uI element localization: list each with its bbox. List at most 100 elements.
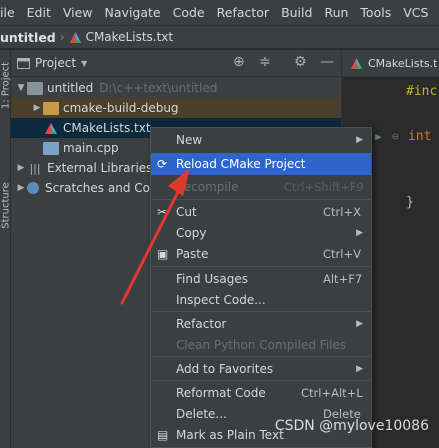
menu-build[interactable]: Build	[275, 5, 318, 20]
menu-item-label: Refactor	[176, 317, 227, 331]
menu-item-copy[interactable]: Copy ▶	[151, 222, 371, 244]
minimize-icon[interactable]: —	[320, 54, 334, 70]
left-tool-stripe: 1: Project Structure	[0, 50, 12, 448]
cmake-icon	[69, 31, 81, 43]
menu-item-label: New	[176, 133, 203, 147]
project-panel-header: Project ▼ ⊕ ≑ ⚙ —	[11, 50, 341, 77]
breadcrumb-file[interactable]: CMakeLists.txt	[86, 30, 174, 44]
menu-separator	[152, 380, 370, 381]
menu-item-label: Reload CMake Project	[176, 157, 306, 171]
menu-item-shortcut: Ctrl+Shift+F9	[284, 180, 364, 194]
menu-item-label: Paste	[176, 247, 209, 261]
editor-tab-label: CMakeLists.t	[368, 56, 438, 70]
menu-vcs[interactable]: VCS	[397, 5, 434, 20]
menu-separator	[152, 266, 370, 267]
tool-window-project[interactable]: 1: Project	[1, 60, 12, 112]
menu-item-inspect-code[interactable]: Inspect Code...	[151, 289, 371, 311]
breadcrumb-project[interactable]: untitled	[0, 30, 56, 45]
tree-item-path: D:\c++text\untitled	[99, 81, 218, 95]
menu-view[interactable]: View	[57, 5, 99, 20]
locate-icon[interactable]: ⊕	[233, 54, 245, 70]
tree-item-label: CMakeLists.txt	[63, 121, 151, 135]
menu-item-label: Inspect Code...	[176, 293, 266, 307]
editor-tab[interactable]: CMakeLists.t	[342, 50, 439, 77]
collapse-all-icon[interactable]: ≑	[259, 54, 271, 70]
chevron-down-icon[interactable]: ▼	[81, 59, 87, 68]
chevron-right-icon[interactable]: ▶	[15, 183, 27, 193]
scissors-icon: ✂	[157, 205, 168, 219]
menu-item-label: Reformat Code	[176, 386, 266, 400]
watermark: CSDN @mylove10086	[274, 418, 429, 434]
menu-navigate[interactable]: Navigate	[99, 5, 167, 20]
chevron-down-icon[interactable]: ▼	[15, 83, 27, 93]
tree-item-label: untitled	[47, 81, 94, 95]
menu-item-cut[interactable]: ✂ Cut Ctrl+X	[151, 201, 371, 223]
menu-edit[interactable]: Edit	[21, 5, 57, 20]
code-line-include[interactable]: #inc	[406, 84, 437, 99]
tree-item-label: cmake-build-debug	[63, 101, 179, 115]
project-view-icon	[17, 57, 30, 69]
submenu-arrow-icon: ▶	[356, 319, 363, 329]
menu-tools[interactable]: Tools	[354, 5, 397, 20]
menu-item-label: Delete...	[176, 407, 227, 421]
submenu-arrow-icon: ▶	[356, 228, 363, 238]
menu-item-find-usages[interactable]: Find Usages Alt+F7	[151, 268, 371, 290]
submenu-arrow-icon: ▶	[356, 364, 363, 374]
menu-item-reload-cmake[interactable]: ⟳ Reload CMake Project	[151, 153, 371, 175]
breadcrumb: untitled › CMakeLists.txt	[0, 25, 439, 49]
menu-item-refactor[interactable]: Refactor ▶	[151, 313, 371, 335]
menu-run[interactable]: Run	[318, 5, 354, 20]
menu-item-label: Recompile	[176, 180, 239, 194]
menu-item-label: Cut	[176, 205, 197, 219]
gear-icon[interactable]: ⚙	[294, 54, 307, 70]
menu-separator	[152, 356, 370, 357]
menu-item-label: Find Usages	[176, 272, 249, 286]
tool-window-structure[interactable]: Structure	[1, 180, 12, 232]
menu-code[interactable]: Code	[167, 5, 211, 20]
chevron-right-icon[interactable]: ▶	[31, 103, 43, 113]
chevron-right-icon[interactable]: ▶	[15, 163, 27, 173]
menubar: ile Edit View Navigate Code Refactor Bui…	[0, 0, 439, 25]
library-icon: |||	[29, 161, 41, 175]
cmake-icon	[351, 57, 362, 69]
menu-item-new[interactable]: New ▶	[151, 129, 371, 151]
scratches-icon	[27, 182, 39, 194]
tree-item-label: main.cpp	[63, 141, 119, 155]
menu-separator	[152, 311, 370, 312]
reload-icon: ⟳	[157, 157, 168, 171]
context-menu: New ▶ ⟳ Reload CMake Project Recompile C…	[150, 127, 372, 448]
menu-item-shortcut: Ctrl+Alt+L	[301, 386, 363, 400]
menu-item-clean-python[interactable]: Clean Python Compiled Files	[151, 334, 371, 356]
fold-icon[interactable]: ⊖	[392, 130, 399, 143]
menu-item-add-to-favorites[interactable]: Add to Favorites ▶	[151, 358, 371, 380]
tree-item-label: Scratches and Co	[45, 181, 150, 195]
submenu-arrow-icon: ▶	[356, 135, 363, 145]
menu-item-recompile[interactable]: Recompile Ctrl+Shift+F9	[151, 176, 371, 198]
code-line-int[interactable]: int	[408, 129, 431, 144]
run-gutter-icon[interactable]: ▶	[375, 130, 382, 143]
tree-item-label: External Libraries	[47, 161, 153, 175]
menu-item-label: Add to Favorites	[176, 362, 274, 376]
breadcrumb-separator-icon: ›	[59, 30, 65, 44]
project-panel-title[interactable]: Project	[35, 56, 76, 70]
folder-icon	[43, 101, 59, 115]
menu-item-label: Copy	[176, 226, 207, 240]
menu-item-shortcut: Ctrl+X	[323, 205, 361, 219]
menu-refactor[interactable]: Refactor	[211, 5, 275, 20]
folder-icon	[27, 81, 43, 95]
menu-item-shortcut: Alt+F7	[323, 272, 363, 286]
cmake-icon	[45, 122, 57, 134]
tree-item-untitled[interactable]: ▼ untitled D:\c++text\untitled	[11, 78, 341, 98]
menu-item-paste[interactable]: ▣ Paste Ctrl+V	[151, 243, 371, 265]
menu-item-shortcut: Ctrl+V	[323, 247, 361, 261]
cpp-file-icon	[43, 141, 59, 155]
tree-item-cmake-build-debug[interactable]: ▶ cmake-build-debug	[11, 98, 341, 118]
code-line-brace[interactable]: }	[406, 195, 414, 210]
menu-item-label: Clean Python Compiled Files	[176, 338, 347, 352]
menu-window[interactable]: W	[434, 5, 439, 20]
menu-file[interactable]: ile	[0, 5, 21, 20]
text-file-icon: ▤	[157, 428, 169, 442]
menu-item-reformat-code[interactable]: Reformat Code Ctrl+Alt+L	[151, 382, 371, 404]
clipboard-icon: ▣	[157, 247, 169, 261]
menu-item-label: Mark as Plain Text	[176, 428, 284, 442]
